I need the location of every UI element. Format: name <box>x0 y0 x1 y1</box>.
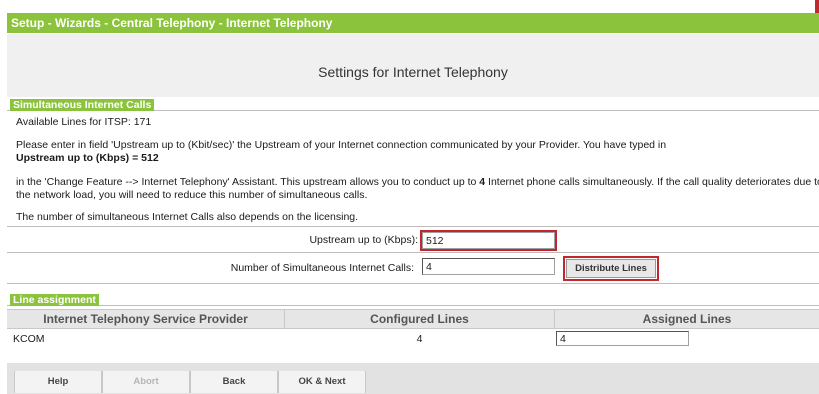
column-header-configured: Configured Lines <box>370 312 469 326</box>
provider-name: KCOM <box>13 333 45 345</box>
form-divider-bottom <box>7 283 819 284</box>
ok-next-button[interactable]: OK & Next <box>278 371 366 393</box>
upstream-summary-text: Upstream up to (Kbps) = 512 <box>16 152 159 164</box>
footer-bar: Help Abort Back OK & Next <box>7 363 819 394</box>
section-title-simultaneous-calls: Simultaneous Internet Calls <box>10 99 155 111</box>
table-header: Internet Telephony Service Provider Conf… <box>7 309 819 329</box>
instruction-text: Please enter in field 'Upstream up to (K… <box>16 139 667 151</box>
assistant-text-line2: the network load, you will need to reduc… <box>16 189 368 201</box>
available-lines-text: Available Lines for ITSP: 171 <box>16 116 152 128</box>
upstream-input[interactable] <box>422 232 555 249</box>
assistant-text-part-b: Internet phone calls simultaneously. If … <box>488 176 819 188</box>
form-divider-top <box>7 226 819 227</box>
breadcrumb: Setup - Wizards - Central Telephony - In… <box>7 13 819 33</box>
window-corner-marker <box>815 0 819 14</box>
section-title-line-assignment: Line assignment <box>10 294 99 306</box>
column-header-provider: Internet Telephony Service Provider <box>43 312 248 326</box>
abort-button[interactable]: Abort <box>102 371 190 393</box>
assistant-text-line1: in the 'Change Feature --> Internet Tele… <box>16 176 819 188</box>
upstream-label: Upstream up to (Kbps): <box>309 234 418 246</box>
back-button[interactable]: Back <box>190 371 278 393</box>
help-button[interactable]: Help <box>14 371 102 393</box>
form-divider-middle <box>7 252 819 253</box>
assistant-text-part-a: in the 'Change Feature --> Internet Tele… <box>16 176 477 188</box>
page-title: Settings for Internet Telephony <box>318 64 508 80</box>
assistant-call-count: 4 <box>479 176 486 188</box>
column-header-assigned: Assigned Lines <box>642 312 732 326</box>
simultaneous-calls-input[interactable] <box>422 258 555 275</box>
assigned-lines-input[interactable] <box>556 331 689 346</box>
configured-lines-value: 4 <box>416 333 423 345</box>
line-assignment-divider <box>7 305 819 306</box>
licensing-note: The number of simultaneous Internet Call… <box>16 211 359 223</box>
page-title-band: Settings for Internet Telephony <box>7 34 819 97</box>
distribute-lines-button[interactable]: Distribute Lines <box>566 259 656 278</box>
simultaneous-calls-label: Number of Simultaneous Internet Calls: <box>230 262 414 274</box>
